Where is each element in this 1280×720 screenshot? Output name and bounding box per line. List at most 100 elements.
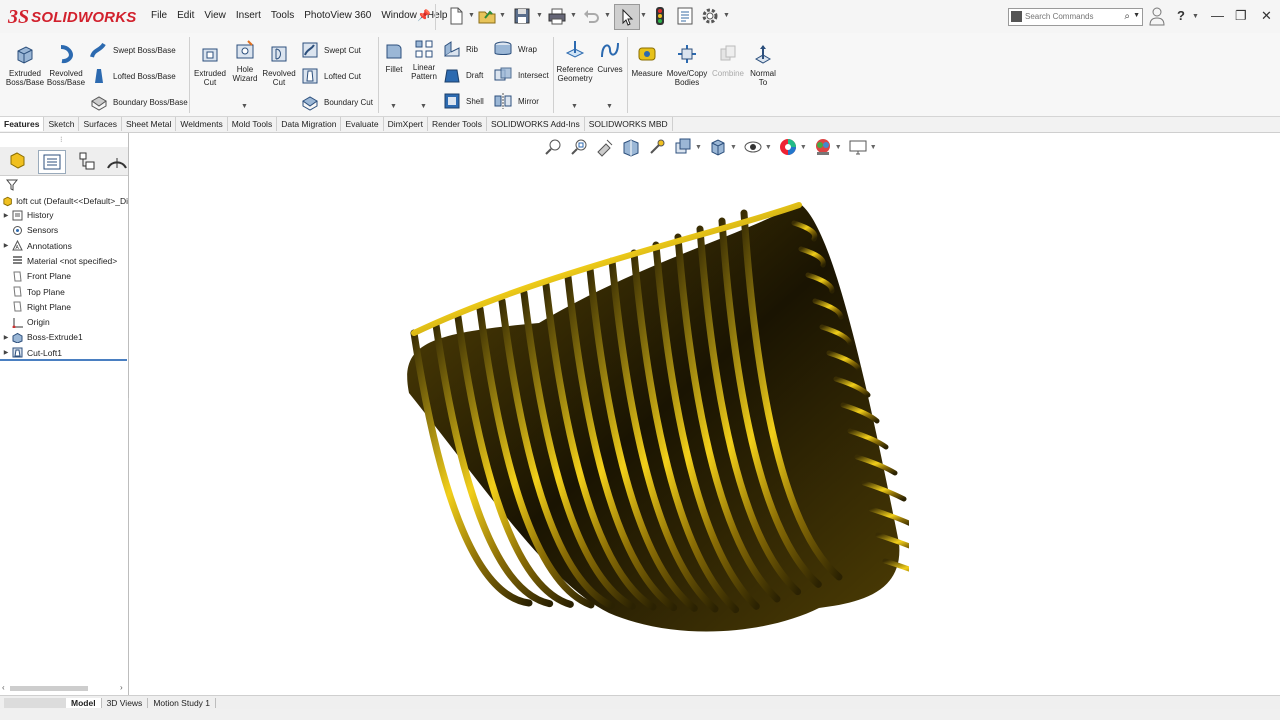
- hide-show-items-icon[interactable]: [743, 137, 763, 157]
- pin-icon[interactable]: 📌: [417, 9, 431, 22]
- user-icon[interactable]: [1149, 6, 1165, 26]
- rollback-bar[interactable]: [0, 359, 127, 361]
- tab-features[interactable]: Features: [0, 117, 45, 131]
- extruded-cut-button[interactable]: Extruded Cut: [193, 43, 227, 87]
- tab-data-migration[interactable]: Data Migration: [277, 117, 342, 131]
- undo-icon[interactable]: [581, 6, 601, 26]
- tree-item[interactable]: Right Plane: [0, 300, 126, 314]
- fillet-button[interactable]: Fillet: [382, 41, 406, 74]
- scroll-thumb[interactable]: [10, 686, 88, 691]
- dynamic-annotation-icon[interactable]: [647, 137, 667, 157]
- filter-icon[interactable]: [3, 178, 127, 192]
- file-properties-icon[interactable]: [675, 6, 695, 26]
- cut-group-dropdown-icon[interactable]: ▼: [241, 103, 248, 110]
- edit-appearance-icon[interactable]: [778, 137, 798, 157]
- tab-model[interactable]: Model: [66, 697, 102, 708]
- tab-dimxpert[interactable]: DimXpert: [384, 117, 429, 131]
- display-style-dropdown-icon[interactable]: ▼: [730, 144, 737, 151]
- save-dropdown-icon[interactable]: ▼: [536, 12, 543, 19]
- options-dropdown-icon[interactable]: ▼: [723, 12, 730, 19]
- expand-arrow-icon[interactable]: ▶: [0, 242, 12, 249]
- rebuild-icon[interactable]: [650, 6, 670, 26]
- tab-evaluate[interactable]: Evaluate: [341, 117, 384, 131]
- fillet-dropdown-icon[interactable]: ▼: [390, 103, 397, 110]
- measure-button[interactable]: Measure: [630, 43, 664, 78]
- tab-addins[interactable]: SOLIDWORKS Add-Ins: [487, 117, 585, 131]
- extruded-boss-button[interactable]: Extruded Boss/Base: [4, 43, 46, 87]
- tab-mbd[interactable]: SOLIDWORKS MBD: [585, 117, 673, 131]
- boundary-boss-button[interactable]: Boundary Boss/Base: [90, 93, 188, 111]
- menu-insert[interactable]: Insert: [231, 10, 266, 21]
- graphics-area[interactable]: ▼ ▼ ▼ ▼ ▼ ▼: [129, 133, 1280, 695]
- shell-button[interactable]: Shell: [443, 92, 484, 110]
- previous-view-icon[interactable]: [595, 137, 615, 157]
- zoom-to-fit-icon[interactable]: [543, 137, 563, 157]
- tree-item[interactable]: ▶ Cut-Loft1: [0, 346, 126, 360]
- save-icon[interactable]: [512, 6, 532, 26]
- revolved-cut-button[interactable]: Revolved Cut: [262, 43, 296, 87]
- boundary-cut-button[interactable]: Boundary Cut: [301, 93, 373, 111]
- property-manager-tab-icon[interactable]: [38, 150, 66, 174]
- menu-tools[interactable]: Tools: [266, 10, 299, 21]
- tab-mold-tools[interactable]: Mold Tools: [228, 117, 278, 131]
- print-icon[interactable]: [547, 6, 567, 26]
- swept-cut-button[interactable]: Swept Cut: [301, 41, 361, 59]
- tab-sketch[interactable]: Sketch: [44, 117, 80, 131]
- new-document-icon[interactable]: [446, 6, 466, 26]
- menu-window[interactable]: Window: [376, 10, 422, 21]
- print-dropdown-icon[interactable]: ▼: [570, 12, 577, 19]
- reference-geometry-dropdown-icon[interactable]: ▼: [571, 103, 578, 110]
- curves-dropdown-icon[interactable]: ▼: [606, 103, 613, 110]
- display-style-icon[interactable]: [708, 137, 728, 157]
- expand-arrow-icon[interactable]: ▶: [0, 212, 12, 219]
- part-root-node[interactable]: loft cut (Default<<Default>_Di: [2, 195, 128, 207]
- menu-edit[interactable]: Edit: [172, 10, 199, 21]
- menu-photoview[interactable]: PhotoView 360: [299, 10, 376, 21]
- tab-3d-views[interactable]: 3D Views: [102, 697, 149, 708]
- scroll-left-icon[interactable]: ‹: [2, 683, 5, 692]
- options-gear-icon[interactable]: [700, 6, 720, 26]
- reference-geometry-button[interactable]: Reference Geometry: [556, 39, 594, 83]
- select-button[interactable]: [614, 4, 640, 30]
- section-view-icon[interactable]: [621, 137, 641, 157]
- draft-button[interactable]: Draft: [443, 66, 483, 84]
- view-settings-icon[interactable]: [848, 137, 868, 157]
- expand-arrow-icon[interactable]: ▶: [0, 334, 12, 341]
- wrap-button[interactable]: Wrap: [493, 40, 537, 58]
- view-orientation-icon[interactable]: [673, 137, 693, 157]
- close-button[interactable]: ✕: [1261, 8, 1272, 24]
- tab-sheet-metal[interactable]: Sheet Metal: [122, 117, 177, 131]
- curves-button[interactable]: Curves: [597, 39, 623, 74]
- hide-show-dropdown-icon[interactable]: ▼: [765, 144, 772, 151]
- appearance-dropdown-icon[interactable]: ▼: [800, 144, 807, 151]
- rib-button[interactable]: Rib: [443, 40, 478, 58]
- swept-boss-button[interactable]: Swept Boss/Base: [90, 41, 176, 59]
- tab-motion-study[interactable]: Motion Study 1: [148, 697, 217, 708]
- tab-render-tools[interactable]: Render Tools: [428, 117, 487, 131]
- apply-scene-icon[interactable]: [813, 137, 833, 157]
- scroll-right-icon[interactable]: ›: [120, 683, 123, 692]
- tree-horizontal-scrollbar[interactable]: ‹ ›: [0, 683, 128, 694]
- linear-pattern-button[interactable]: Linear Pattern: [408, 39, 440, 81]
- hole-wizard-button[interactable]: Hole Wizard: [229, 39, 261, 83]
- mirror-button[interactable]: Mirror: [493, 92, 539, 110]
- tab-surfaces[interactable]: Surfaces: [79, 117, 122, 131]
- minimize-button[interactable]: —: [1211, 8, 1224, 23]
- lofted-cut-button[interactable]: Lofted Cut: [301, 67, 361, 85]
- pattern-dropdown-icon[interactable]: ▼: [420, 103, 427, 110]
- combine-button[interactable]: Combine: [710, 43, 746, 78]
- help-icon[interactable]: ?: [1177, 8, 1185, 23]
- loft-cut-model[interactable]: [389, 193, 909, 663]
- solidworks-logo[interactable]: 3S SOLIDWORKS: [8, 6, 136, 28]
- menu-file[interactable]: File: [146, 10, 172, 21]
- restore-button[interactable]: ❐: [1235, 8, 1247, 24]
- search-icon[interactable]: ⌕: [1124, 11, 1130, 22]
- help-dropdown-icon[interactable]: ▼: [1192, 13, 1199, 20]
- tree-item[interactable]: ▶ Boss-Extrude1: [0, 330, 126, 344]
- tab-navigation-arrows[interactable]: [4, 697, 66, 708]
- tree-item[interactable]: Origin: [0, 315, 126, 329]
- tree-item[interactable]: ▶ History: [0, 208, 126, 222]
- open-folder-icon[interactable]: [477, 6, 497, 26]
- tree-item[interactable]: Sensors: [0, 223, 126, 237]
- open-dropdown-icon[interactable]: ▼: [499, 12, 506, 19]
